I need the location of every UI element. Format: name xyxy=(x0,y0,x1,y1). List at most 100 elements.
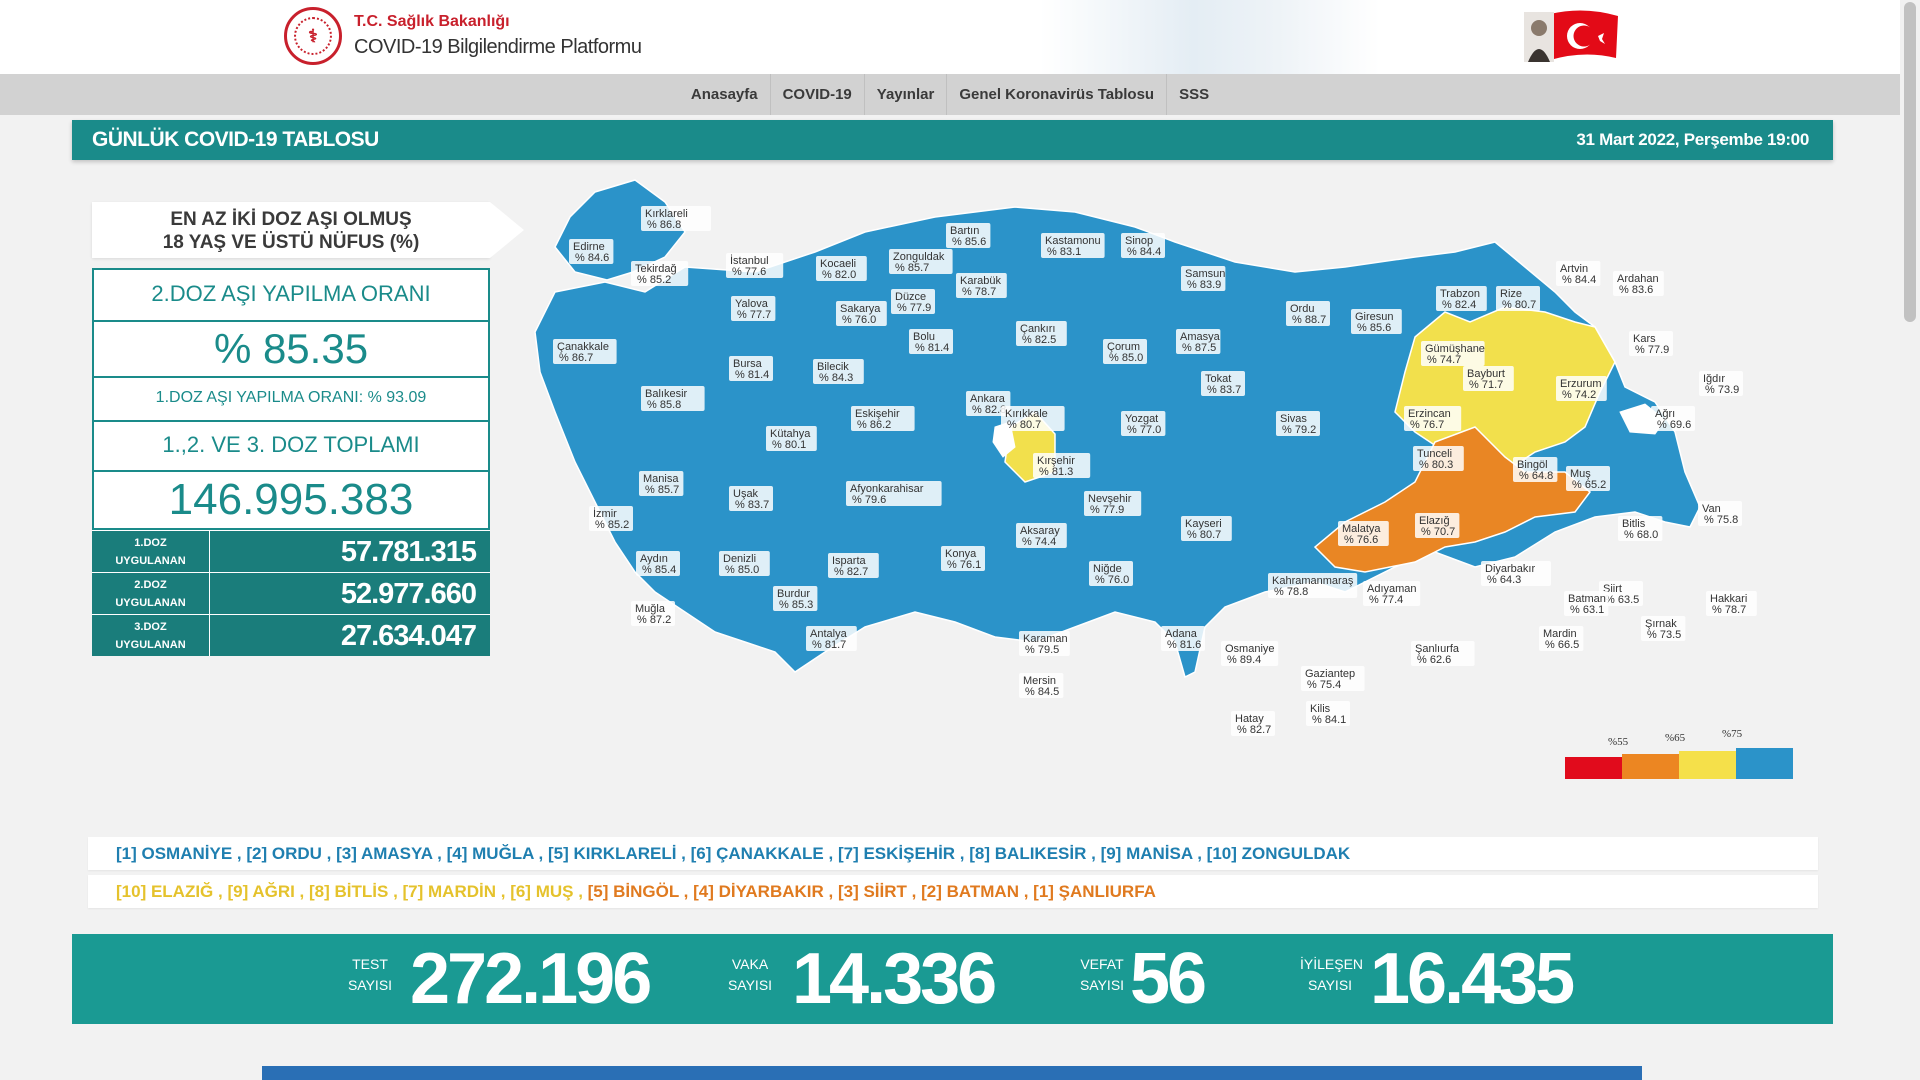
province-label[interactable]: Sakarya% 76.0 xyxy=(836,301,887,326)
province-label[interactable]: Eskişehir% 86.2 xyxy=(851,406,915,431)
province-label[interactable]: Trabzon% 82.4 xyxy=(1436,286,1487,311)
province-label[interactable]: Erzurum% 74.2 xyxy=(1556,376,1607,401)
province-label[interactable]: Yozgat% 77.0 xyxy=(1121,411,1166,436)
province-label[interactable]: Gaziantep% 75.4 xyxy=(1301,666,1365,691)
province-label[interactable]: Ağrı% 69.6 xyxy=(1651,406,1695,431)
province-label[interactable]: Afyonkarahisar% 79.6 xyxy=(846,481,942,506)
province-label[interactable]: Rize% 80.7 xyxy=(1496,286,1540,311)
province-label[interactable]: Niğde% 76.0 xyxy=(1089,561,1133,586)
province-label[interactable]: Kahramanmaraş% 78.8 xyxy=(1268,573,1358,598)
province-label[interactable]: Muş% 65.2 xyxy=(1566,466,1610,491)
province-label[interactable]: Malatya% 76.6 xyxy=(1338,521,1389,546)
province-label[interactable]: Düzce% 77.9 xyxy=(891,289,935,314)
nav-publications[interactable]: Yayınlar xyxy=(865,74,948,115)
province-label[interactable]: Kastamonu% 83.1 xyxy=(1041,233,1105,258)
province-label[interactable]: Balıkesir% 85.8 xyxy=(641,386,705,411)
province-label[interactable]: Karabük% 78.7 xyxy=(956,273,1007,298)
province-label[interactable]: Denizli% 85.0 xyxy=(719,551,770,576)
province-label[interactable]: Nevşehir% 77.9 xyxy=(1084,491,1142,516)
province-label[interactable]: Elazığ% 70.7 xyxy=(1415,513,1460,538)
province-label[interactable]: Şanlıurfa% 62.6 xyxy=(1411,641,1475,666)
province-label[interactable]: Kırıkkale% 80.7 xyxy=(1001,406,1065,431)
province-label[interactable]: Tunceli% 80.3 xyxy=(1413,446,1464,471)
province-label[interactable]: Bolu% 81.4 xyxy=(909,329,953,354)
bottom-rank-item: [9] AĞRI , xyxy=(227,882,310,901)
province-label[interactable]: Bitlis% 68.0 xyxy=(1618,516,1663,541)
province-label[interactable]: Sinop% 84.4 xyxy=(1121,233,1165,258)
recovered-label-line2: SAYISI xyxy=(1307,977,1353,993)
province-label[interactable]: Osmaniye% 89.4 xyxy=(1221,641,1279,666)
province-label[interactable]: Uşak% 83.7 xyxy=(729,486,773,511)
province-label[interactable]: Giresun% 85.6 xyxy=(1351,309,1402,334)
province-percent: % 65.2 xyxy=(1572,479,1606,491)
province-label[interactable]: Aydın% 85.4 xyxy=(636,551,680,576)
province-label[interactable]: Hatay% 82.7 xyxy=(1231,711,1275,736)
province-label[interactable]: Çanakkale% 86.7 xyxy=(553,339,617,364)
province-label[interactable]: Edirne% 84.6 xyxy=(569,239,614,264)
province-label[interactable]: Ardahan% 83.6 xyxy=(1613,271,1664,296)
legend-tick: %55 xyxy=(1608,736,1629,748)
province-label[interactable]: Sivas% 79.2 xyxy=(1276,411,1320,436)
province-label[interactable]: Erzincan% 76.7 xyxy=(1404,406,1462,431)
province-label[interactable]: Bursa% 81.4 xyxy=(729,356,773,381)
ministry-logo-icon[interactable]: ⚕ xyxy=(284,7,342,65)
vaccination-map[interactable]: Kırklareli% 86.8 Edirne% 84.6 Tekirdağ% 85… xyxy=(515,172,1835,802)
province-label[interactable]: Zonguldak% 85.7 xyxy=(889,249,953,274)
province-label[interactable]: Bilecik% 84.3 xyxy=(813,359,864,384)
turkey-map[interactable]: Kırklareli% 86.8 Edirne% 84.6 Tekirdağ% 85… xyxy=(515,172,1835,802)
province-label[interactable]: Adana% 81.6 xyxy=(1161,626,1205,651)
province-label[interactable]: Kocaeli% 82.0 xyxy=(816,256,867,281)
province-label[interactable]: İstanbul% 77.6 xyxy=(726,253,784,278)
province-label[interactable]: Bayburt% 71.7 xyxy=(1463,366,1514,391)
province-label[interactable]: Bartın% 85.6 xyxy=(946,223,991,248)
province-label[interactable]: Antalya% 81.7 xyxy=(806,626,857,651)
province-label[interactable]: Kayseri% 80.7 xyxy=(1181,516,1232,541)
nav-faq[interactable]: SSS xyxy=(1167,74,1221,115)
nav-home[interactable]: Anasayfa xyxy=(679,74,771,115)
province-label[interactable]: İzmir% 85.2 xyxy=(589,506,633,531)
top-rank-item: [7] ESKİŞEHİR , xyxy=(837,844,970,863)
province-label[interactable]: Çankırı% 82.5 xyxy=(1016,321,1067,346)
total-doses-label: 1.,2. VE 3. DOZ TOPLAMI xyxy=(94,422,488,472)
province-label[interactable]: Kırşehir% 81.3 xyxy=(1033,453,1091,478)
province-label[interactable]: Tokat% 83.7 xyxy=(1201,371,1245,396)
province-label[interactable]: Mardin% 66.5 xyxy=(1539,626,1584,651)
scrollbar-thumb[interactable] xyxy=(1904,2,1916,322)
province-label[interactable]: Burdur% 85.3 xyxy=(773,586,818,611)
legend-swatch xyxy=(1622,754,1679,779)
province-label[interactable]: Hakkari% 78.7 xyxy=(1706,591,1757,616)
province-label[interactable]: Konya% 76.1 xyxy=(941,546,985,571)
province-label[interactable]: Amasya% 87.5 xyxy=(1176,329,1221,354)
platform-name[interactable]: COVID-19 Bilgilendirme Platformu xyxy=(354,36,642,59)
province-label[interactable]: Kırklareli% 86.8 xyxy=(641,206,711,231)
province-label[interactable]: Yalova% 77.7 xyxy=(731,296,776,321)
province-label[interactable]: Kilis% 84.1 xyxy=(1306,701,1350,726)
province-label[interactable]: Karaman% 79.5 xyxy=(1019,631,1070,656)
page-scrollbar[interactable] xyxy=(1900,0,1920,1080)
province-label[interactable]: Kars% 77.9 xyxy=(1629,331,1673,356)
province-label[interactable]: Şırnak% 73.5 xyxy=(1641,616,1686,641)
nav-general-table[interactable]: Genel Koronavirüs Tablosu xyxy=(947,74,1168,115)
province-label[interactable]: Ordu% 88.7 xyxy=(1286,301,1330,326)
province-label[interactable]: Isparta% 82.7 xyxy=(828,553,879,578)
province-label[interactable]: Bingöl% 64.8 xyxy=(1513,457,1558,482)
province-label[interactable]: Mersin% 84.5 xyxy=(1019,673,1064,698)
province-label[interactable]: Manisa% 85.7 xyxy=(639,471,684,496)
ministry-name[interactable]: T.C. Sağlık Bakanlığı xyxy=(354,13,510,31)
nav-covid19[interactable]: COVID-19 xyxy=(771,74,865,115)
province-label[interactable]: Muğla% 87.2 xyxy=(631,601,675,626)
province-label[interactable]: Van% 75.8 xyxy=(1698,501,1742,526)
province-label[interactable]: Samsun% 83.9 xyxy=(1181,266,1226,291)
province-label[interactable]: Artvin% 84.4 xyxy=(1556,261,1601,286)
province-percent: % 85.3 xyxy=(779,599,813,611)
province-label[interactable]: Adıyaman% 77.4 xyxy=(1363,581,1421,606)
province-label[interactable]: Iğdır% 73.9 xyxy=(1699,371,1743,396)
province-label[interactable]: Batman% 63.1 xyxy=(1564,591,1609,616)
province-percent: % 77.6 xyxy=(732,266,766,278)
province-label[interactable]: Kütahya% 80.1 xyxy=(766,426,817,451)
province-label[interactable]: Gümüşhane% 74.7 xyxy=(1421,341,1485,366)
province-label[interactable]: Diyarbakır% 64.3 xyxy=(1481,561,1551,586)
province-label[interactable]: Aksaray% 74.4 xyxy=(1016,523,1067,548)
province-label[interactable]: Tekirdağ% 85.2 xyxy=(631,261,689,286)
province-label[interactable]: Çorum% 85.0 xyxy=(1103,339,1147,364)
